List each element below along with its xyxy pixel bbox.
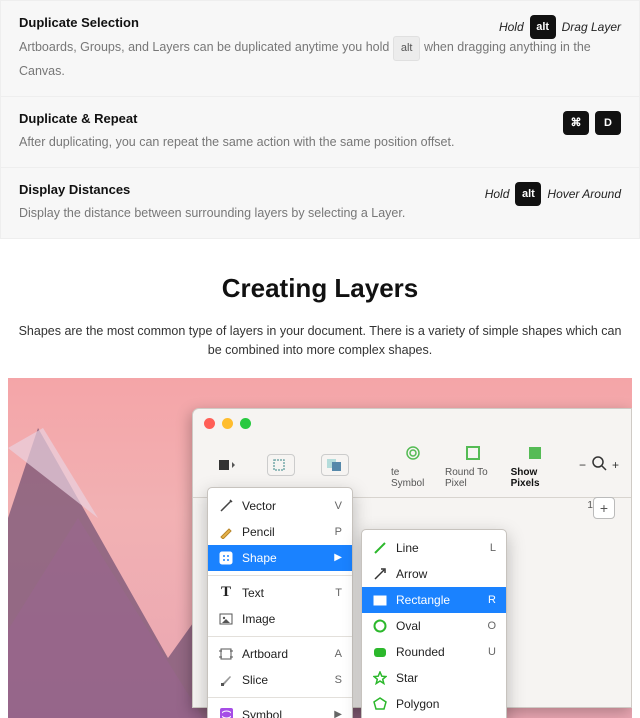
menu-item-image[interactable]: Image: [208, 606, 352, 632]
screenshot: te Symbol Round To Pixel Show Pixels − +…: [8, 378, 632, 718]
pencil-icon: [218, 524, 234, 540]
kbd-key: alt: [515, 182, 541, 206]
menu-item-label: Polygon: [396, 697, 439, 711]
text-icon: T: [218, 585, 234, 601]
zoom-dot-icon[interactable]: [240, 418, 251, 429]
menu-item-shape[interactable]: Shape ▶: [208, 545, 352, 571]
menu-item-label: Slice: [242, 673, 268, 687]
menu-item-label: Line: [396, 541, 419, 555]
rounded-icon: [372, 644, 388, 660]
key-chip: alt: [393, 36, 421, 61]
section-title: Creating Layers: [0, 273, 640, 304]
kbd-key: alt: [530, 15, 556, 39]
menu-item-label: Symbol: [242, 708, 282, 718]
menu-item-pencil[interactable]: Pencil P: [208, 519, 352, 545]
oval-icon: [372, 618, 388, 634]
menu-shortcut: R: [488, 594, 496, 606]
tip-hint: HoldaltDrag Layer: [499, 15, 621, 39]
tip-desc: After duplicating, you can repeat the sa…: [19, 132, 621, 153]
menu-shortcut: A: [335, 648, 342, 660]
submenu-arrow-icon: ▶: [334, 552, 342, 563]
menu-item-label: Rounded: [396, 645, 445, 659]
kbd-key: ⌘: [563, 111, 589, 135]
toolbar-create-symbol[interactable]: te Symbol: [391, 442, 435, 489]
tips-list: HoldaltDrag LayerDuplicate SelectionArtb…: [0, 0, 640, 239]
menu-item-text[interactable]: T Text T: [208, 580, 352, 606]
menu-shortcut: L: [490, 542, 496, 554]
add-button[interactable]: +: [593, 497, 615, 519]
window-controls[interactable]: [193, 409, 631, 438]
menu-item-rounded[interactable]: Rounded U: [362, 639, 506, 665]
menu-shortcut: U: [488, 646, 496, 658]
tip-row: ⌘DDuplicate & Repeat After duplicating, y…: [1, 97, 639, 168]
shape-icon: [218, 550, 234, 566]
menu-item-polygon[interactable]: Polygon: [362, 691, 506, 717]
tip-row: HoldaltHover AroundDisplay DistancesDisp…: [1, 168, 639, 238]
artboard-icon: [218, 646, 234, 662]
menu-item-line[interactable]: Line L: [362, 535, 506, 561]
menu-shortcut: P: [335, 526, 342, 538]
shape-submenu[interactable]: Line L Arrow Rectangle R Oval O Rounded U Star Pol…: [361, 529, 507, 718]
menu-shortcut: O: [487, 620, 496, 632]
tip-title: Duplicate & Repeat: [19, 111, 621, 126]
zoom-control[interactable]: − +: [579, 454, 619, 477]
toolbar-group[interactable]: [259, 454, 303, 476]
tip-row: HoldaltDrag LayerDuplicate SelectionArtb…: [1, 1, 639, 97]
menu-separator: [208, 636, 352, 637]
slice-icon: [218, 672, 234, 688]
tip-desc: Display the distance between surrounding…: [19, 203, 621, 224]
polygon-icon: [372, 696, 388, 712]
menu-shortcut: T: [335, 587, 342, 599]
menu-item-slice[interactable]: Slice S: [208, 667, 352, 693]
app-window: te Symbol Round To Pixel Show Pixels − +…: [192, 408, 632, 708]
menu-item-symbol[interactable]: Symbol ▶: [208, 702, 352, 718]
menu-item-rectangle[interactable]: Rectangle R: [362, 587, 506, 613]
menu-item-artboard[interactable]: Artboard A: [208, 641, 352, 667]
close-dot-icon[interactable]: [204, 418, 215, 429]
menu-item-label: Text: [242, 586, 264, 600]
menu-separator: [208, 575, 352, 576]
section-desc: Shapes are the most common type of layer…: [0, 322, 640, 360]
submenu-arrow-icon: ▶: [334, 709, 342, 718]
menu-item-oval[interactable]: Oval O: [362, 613, 506, 639]
toolbar-ungroup[interactable]: [313, 454, 357, 476]
toolbar-insert[interactable]: [205, 454, 249, 476]
magnifier-icon: [590, 454, 608, 477]
menu-item-vector[interactable]: Vector V: [208, 493, 352, 519]
toolbar-show-pixels[interactable]: Show Pixels: [511, 442, 559, 489]
menu-item-label: Star: [396, 671, 418, 685]
tip-hint: HoldaltHover Around: [485, 182, 621, 206]
tip-hint: ⌘D: [563, 111, 621, 135]
symbol-icon: [218, 707, 234, 718]
minimize-dot-icon[interactable]: [222, 418, 233, 429]
image-icon: [218, 611, 234, 627]
menu-item-label: Pencil: [242, 525, 275, 539]
vector-icon: [218, 498, 234, 514]
menu-item-label: Artboard: [242, 647, 288, 661]
menu-shortcut: V: [335, 500, 342, 512]
menu-item-label: Arrow: [396, 567, 427, 581]
menu-item-star[interactable]: Star: [362, 665, 506, 691]
star-icon: [372, 670, 388, 686]
menu-item-label: Vector: [242, 499, 276, 513]
menu-item-label: Oval: [396, 619, 421, 633]
menu-item-label: Shape: [242, 551, 277, 565]
menu-item-label: Image: [242, 612, 275, 626]
kbd-key: D: [595, 111, 621, 135]
insert-menu[interactable]: VectorVPencilPShape▶TTextTImageArtboardA…: [207, 487, 353, 718]
rect-icon: [372, 592, 388, 608]
menu-item-arrow[interactable]: Arrow: [362, 561, 506, 587]
menu-shortcut: S: [335, 674, 342, 686]
line-icon: [372, 540, 388, 556]
tip-desc: Artboards, Groups, and Layers can be dup…: [19, 36, 621, 82]
menu-item-label: Rectangle: [396, 593, 450, 607]
arrow-icon: [372, 566, 388, 582]
toolbar-round-to-pixel[interactable]: Round To Pixel: [445, 442, 501, 489]
